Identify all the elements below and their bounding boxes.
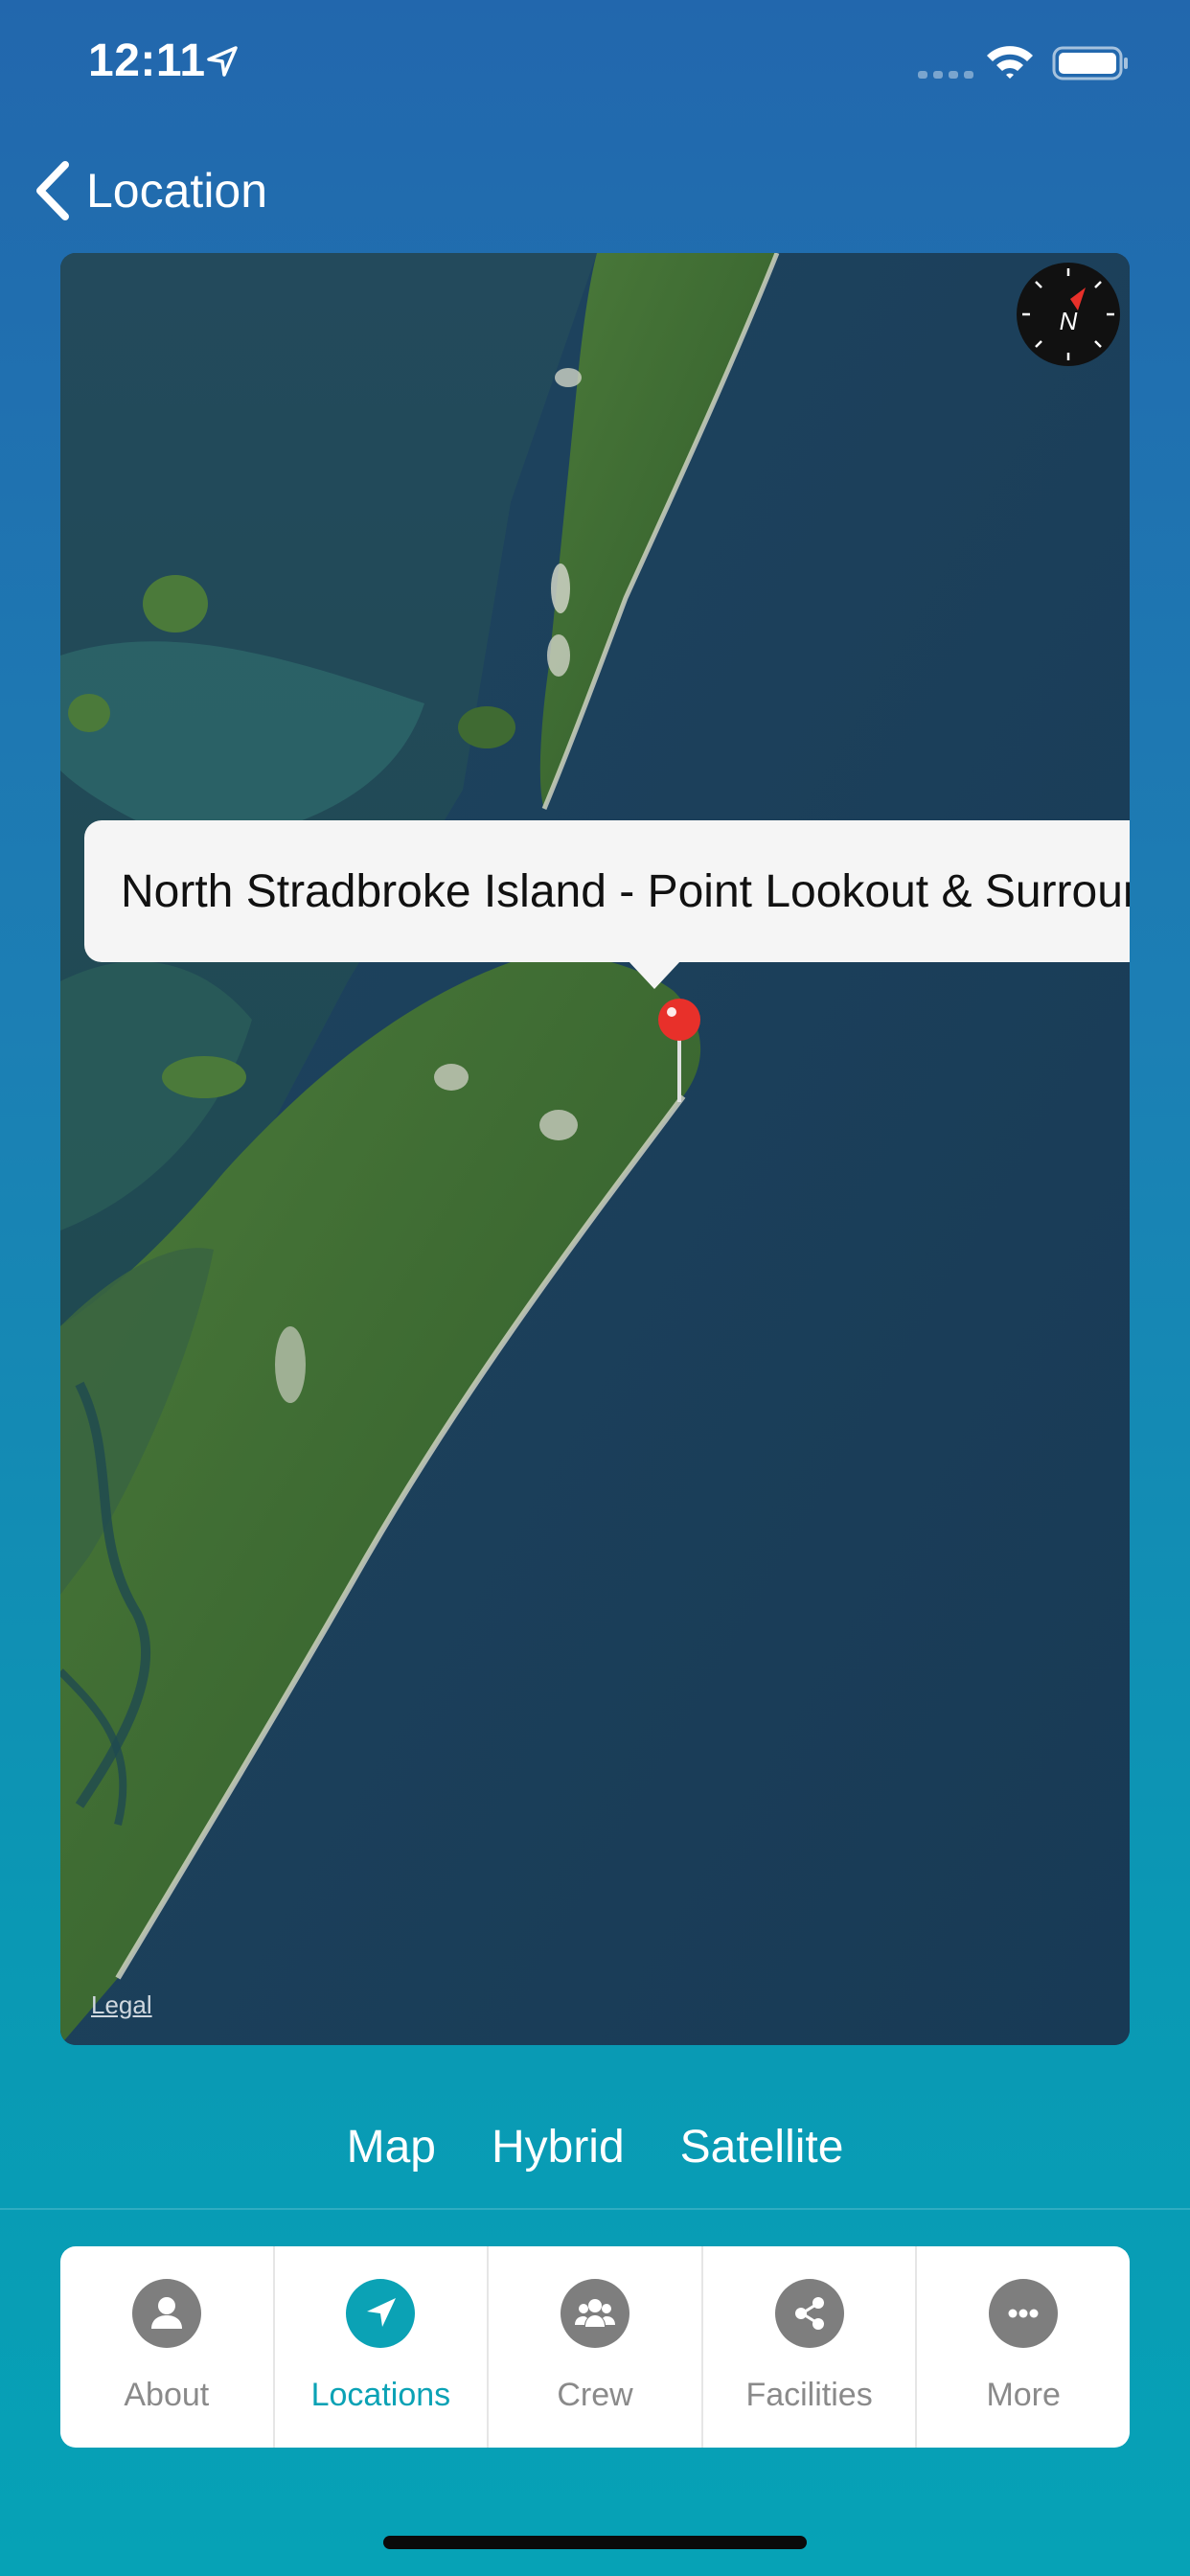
- tab-label: Crew: [557, 2377, 633, 2413]
- status-bar: 12:11: [0, 0, 1190, 125]
- compass-north-label: N: [1060, 307, 1078, 335]
- map-type-map[interactable]: Map: [347, 2121, 436, 2174]
- annotation-callout[interactable]: North Stradbroke Island - Point Lookout …: [84, 820, 1130, 962]
- navigation-arrow-icon: [346, 2279, 416, 2348]
- person-icon: [131, 2279, 201, 2348]
- tab-about[interactable]: About: [60, 2246, 275, 2448]
- share-icon: [774, 2279, 844, 2348]
- map-type-satellite[interactable]: Satellite: [680, 2121, 844, 2174]
- map-view[interactable]: N North Stradbroke Island - Point Lookou…: [60, 253, 1130, 2045]
- tab-label: More: [986, 2377, 1061, 2413]
- signal-icon: [918, 71, 973, 79]
- tab-crew[interactable]: Crew: [489, 2246, 703, 2448]
- map-type-control: Map Hybrid Satellite: [0, 2108, 1190, 2185]
- divider: [0, 2208, 1190, 2210]
- legal-link[interactable]: Legal: [91, 1990, 152, 2020]
- page-title: Location: [86, 164, 268, 218]
- navigation-bar: Location: [0, 144, 1190, 236]
- tab-bar: About Locations Crew Facilities More: [60, 2246, 1130, 2448]
- status-time: 12:11: [88, 35, 206, 86]
- group-icon: [560, 2279, 629, 2348]
- compass-icon[interactable]: N: [1015, 261, 1122, 368]
- location-arrow-icon: [207, 46, 238, 77]
- tab-label: About: [124, 2377, 210, 2413]
- tab-locations[interactable]: Locations: [275, 2246, 490, 2448]
- home-indicator: [383, 2536, 807, 2549]
- map-type-hybrid[interactable]: Hybrid: [492, 2121, 625, 2174]
- back-button[interactable]: Location: [31, 157, 267, 224]
- callout-pointer: [628, 960, 681, 989]
- callout-title: North Stradbroke Island - Point Lookout …: [121, 865, 1130, 917]
- battery-icon: [1052, 46, 1128, 80]
- tab-facilities[interactable]: Facilities: [703, 2246, 918, 2448]
- tab-label: Facilities: [745, 2377, 873, 2413]
- satellite-imagery: [60, 253, 1130, 2045]
- more-dots-icon: [989, 2279, 1059, 2348]
- wifi-icon: [987, 46, 1033, 79]
- map-pin-icon[interactable]: [654, 997, 704, 1104]
- tab-label: Locations: [310, 2377, 451, 2413]
- chevron-left-icon: [36, 161, 69, 220]
- tab-more[interactable]: More: [917, 2246, 1130, 2448]
